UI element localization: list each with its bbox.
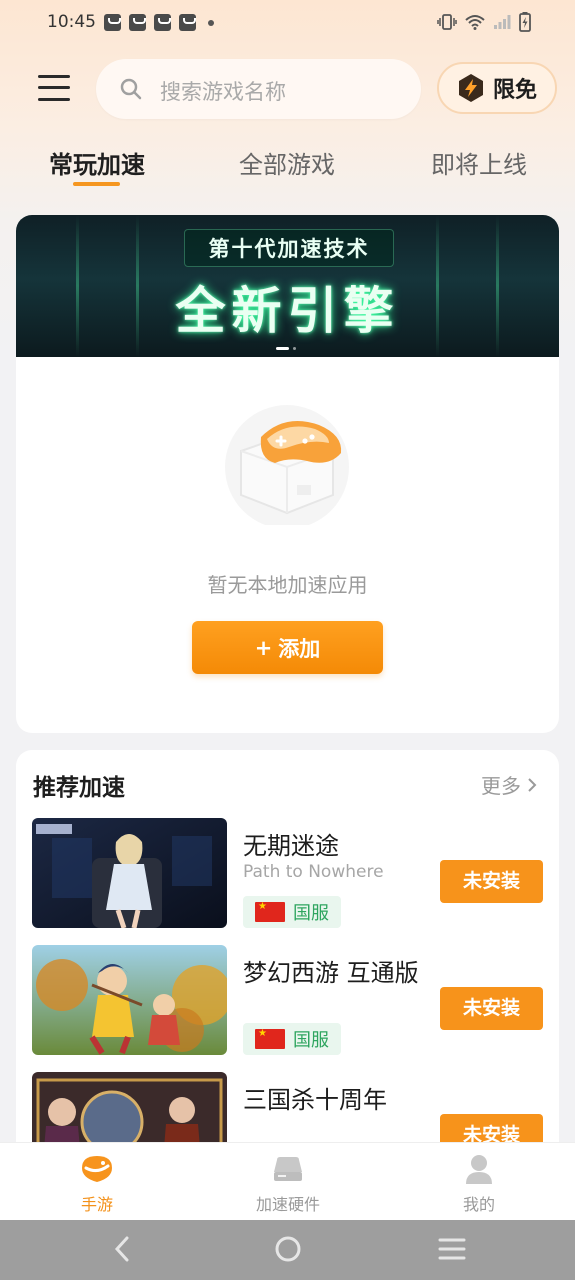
region-label: 国服 xyxy=(293,1030,329,1051)
game-list-item[interactable]: 无期迷途 Path to Nowhere 国服 未安装 xyxy=(32,818,543,930)
vibrate-icon xyxy=(437,14,457,30)
region-tag: 国服 xyxy=(243,1023,341,1055)
region-tag: 国服 xyxy=(243,896,341,928)
chevron-right-icon xyxy=(528,777,537,792)
nav-label: 加速硬件 xyxy=(255,1195,320,1214)
back-arrow-icon xyxy=(114,1236,129,1262)
nav-item-profile[interactable]: 我的 xyxy=(419,1153,539,1215)
more-link[interactable]: 更多 xyxy=(481,770,537,799)
game-name: 无期迷途 xyxy=(243,832,339,860)
system-status-icons xyxy=(437,12,531,32)
recommend-section: 推荐加速 更多 无期迷途 Path to Nowhere ★ 国服 未安装 梦幻… xyxy=(16,750,559,1170)
nav-item-hardware[interactable]: 加速硬件 xyxy=(228,1153,348,1215)
add-app-button[interactable]: + 添加 xyxy=(192,621,383,674)
menu-button[interactable] xyxy=(38,73,70,103)
more-label: 更多 xyxy=(481,774,521,798)
status-time: 10:45 xyxy=(47,12,96,32)
game-name: 三国杀十周年 xyxy=(243,1086,387,1114)
game-english-name: Path to Nowhere xyxy=(243,862,384,882)
local-acceleration-card: 第十代加速技术 全新引擎 暂无本地加速应用 + 添加 xyxy=(16,215,559,733)
tab-frequent[interactable]: 常玩加速 xyxy=(49,145,145,180)
tab-coming-soon[interactable]: 即将上线 xyxy=(431,145,527,180)
shopping-bag-icon xyxy=(104,14,121,31)
region-label: 国服 xyxy=(293,903,329,924)
pagination-dot-active xyxy=(276,347,289,350)
gamepad-face-icon xyxy=(82,1156,112,1182)
promo-banner[interactable]: 第十代加速技术 全新引擎 xyxy=(16,215,559,357)
system-navigation-bar xyxy=(0,1220,575,1280)
back-button[interactable] xyxy=(112,1234,132,1268)
more-notifications-dot-icon xyxy=(208,19,214,26)
install-button[interactable]: 未安装 xyxy=(440,987,543,1030)
home-circle-icon xyxy=(275,1236,301,1262)
game-name: 梦幻西游 互通版 xyxy=(243,959,419,987)
china-flag-icon xyxy=(255,1028,285,1049)
recents-button[interactable] xyxy=(438,1234,466,1268)
free-limited-button[interactable]: 限免 xyxy=(437,62,557,114)
search-icon xyxy=(120,78,142,100)
banner-pagination xyxy=(276,347,296,350)
status-bar: 10:45 xyxy=(0,0,575,48)
signal-icon xyxy=(494,15,511,29)
game-list-item[interactable]: 梦幻西游 互通版 国服 未安装 xyxy=(32,945,543,1057)
install-button[interactable]: 未安装 xyxy=(440,860,543,903)
notification-icons xyxy=(104,14,214,31)
active-tab-indicator xyxy=(73,182,120,186)
banner-title: 全新引擎 xyxy=(175,282,400,340)
section-title: 推荐加速 xyxy=(33,775,125,801)
plus-icon: + xyxy=(254,635,273,660)
game-cover-image xyxy=(32,818,227,928)
nav-label: 我的 xyxy=(462,1195,495,1214)
tab-all-games[interactable]: 全部游戏 xyxy=(239,145,335,180)
empty-state-text: 暂无本地加速应用 xyxy=(207,573,368,597)
empty-box-illustration-icon xyxy=(225,405,349,525)
banner-subtitle: 第十代加速技术 xyxy=(184,229,394,267)
shopping-bag-icon xyxy=(154,14,171,31)
app-screen: 10:45 搜索游戏名称 限免 常玩加速 全部游戏 即将上线 第十代加速技术 全… xyxy=(0,0,575,1280)
pagination-dot xyxy=(293,347,296,350)
router-icon xyxy=(274,1157,302,1181)
nav-label: 手游 xyxy=(80,1195,113,1214)
home-button[interactable] xyxy=(274,1234,302,1268)
china-flag-icon xyxy=(255,901,285,922)
game-cover-image xyxy=(32,945,227,1055)
nav-item-mobile-games[interactable]: 手游 xyxy=(37,1153,157,1215)
search-input[interactable]: 搜索游戏名称 xyxy=(96,59,421,119)
user-icon xyxy=(466,1155,492,1184)
add-button-label: 添加 xyxy=(278,636,321,661)
bottom-navigation: 手游 加速硬件 我的 xyxy=(0,1142,575,1220)
free-label: 限免 xyxy=(492,78,537,103)
lightning-hexagon-icon xyxy=(458,74,483,102)
shopping-bag-icon xyxy=(179,14,196,31)
shopping-bag-icon xyxy=(129,14,146,31)
wifi-icon xyxy=(465,15,485,30)
battery-charging-icon xyxy=(519,12,531,32)
menu-lines-icon xyxy=(438,1238,466,1260)
search-placeholder: 搜索游戏名称 xyxy=(160,80,286,104)
